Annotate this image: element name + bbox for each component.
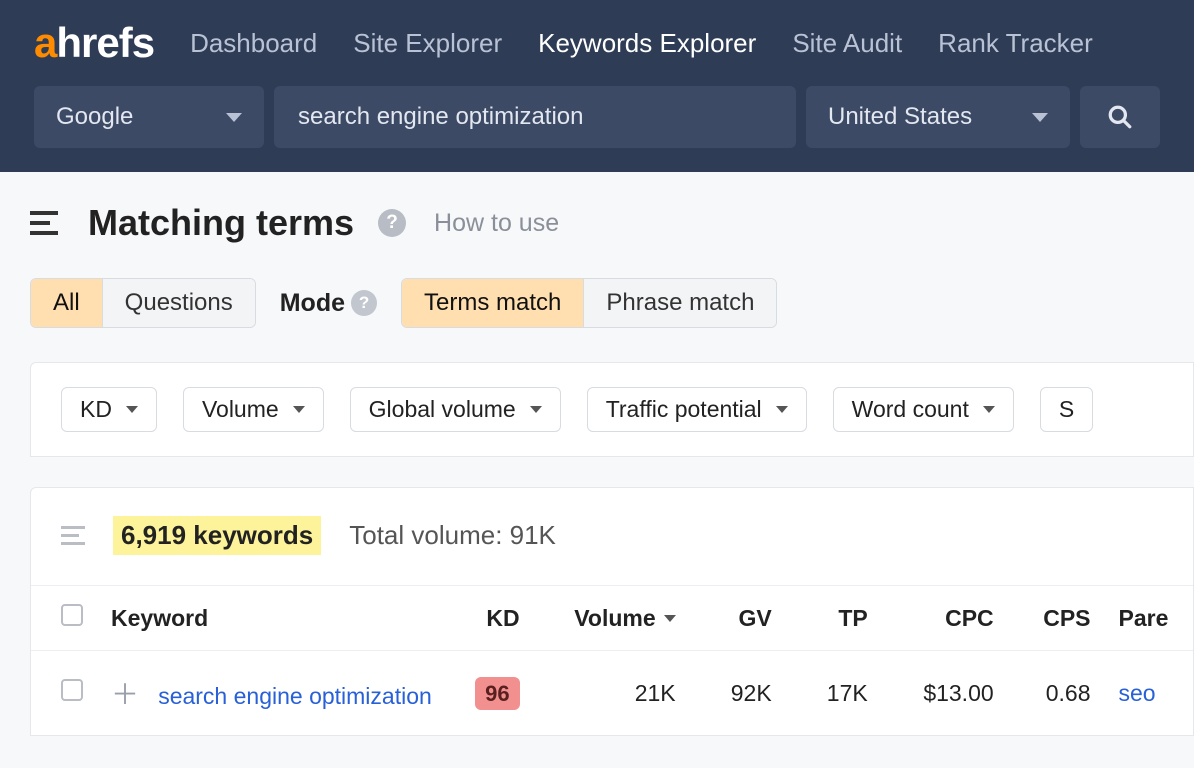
summary-row: 6,919 keywords Total volume: 91K: [31, 488, 1193, 585]
col-cps[interactable]: CPS: [1008, 586, 1105, 651]
how-to-use-link[interactable]: How to use: [434, 209, 559, 238]
cell-tp: 17K: [786, 651, 882, 736]
filter-word-count[interactable]: Word count: [833, 387, 1014, 432]
nav-rank-tracker[interactable]: Rank Tracker: [938, 28, 1093, 59]
kd-badge: 96: [475, 677, 519, 710]
cell-cps: 0.68: [1008, 651, 1105, 736]
nav-keywords-explorer[interactable]: Keywords Explorer: [538, 28, 756, 59]
country-value: United States: [828, 103, 972, 131]
nav-dashboard[interactable]: Dashboard: [190, 28, 317, 59]
sort-desc-icon: [664, 615, 676, 622]
keywords-table: Keyword KD Volume GV TP CPC CPS Pare: [31, 585, 1193, 735]
keyword-input[interactable]: [298, 103, 772, 131]
tab-questions[interactable]: Questions: [102, 279, 255, 327]
search-icon: [1107, 104, 1133, 130]
chevron-down-icon: [983, 406, 995, 413]
chevron-down-icon: [226, 113, 242, 122]
logo-prefix: a: [34, 19, 56, 66]
col-parent[interactable]: Pare: [1105, 586, 1193, 651]
col-tp[interactable]: TP: [786, 586, 882, 651]
mode-label-text: Mode: [280, 289, 345, 318]
filter-traffic-potential[interactable]: Traffic potential: [587, 387, 807, 432]
help-icon[interactable]: ?: [378, 209, 406, 237]
keyword-count: 6,919 keywords: [113, 516, 321, 555]
col-volume[interactable]: Volume: [534, 586, 690, 651]
search-engine-select[interactable]: Google: [34, 86, 264, 148]
logo-rest: hrefs: [56, 19, 154, 66]
select-all-checkbox[interactable]: [61, 604, 83, 626]
filter-kd[interactable]: KD: [61, 387, 157, 432]
col-cpc[interactable]: CPC: [882, 586, 1008, 651]
nav-site-audit[interactable]: Site Audit: [792, 28, 902, 59]
logo[interactable]: ahrefs: [34, 22, 154, 64]
filter-global-volume[interactable]: Global volume: [350, 387, 561, 432]
filters-panel: KD Volume Global volume Traffic potentia…: [30, 362, 1194, 457]
col-kd[interactable]: KD: [446, 586, 534, 651]
chevron-down-icon: [1032, 113, 1048, 122]
top-bar: ahrefs Dashboard Site Explorer Keywords …: [0, 0, 1194, 172]
help-icon[interactable]: ?: [351, 290, 377, 316]
filter-volume[interactable]: Volume: [183, 387, 324, 432]
chevron-down-icon: [293, 406, 305, 413]
chevron-down-icon: [776, 406, 788, 413]
tab-terms-match[interactable]: Terms match: [402, 279, 583, 327]
chevron-down-icon: [530, 406, 542, 413]
row-checkbox[interactable]: [61, 679, 83, 701]
mode-tabs: Terms match Phrase match: [401, 278, 777, 328]
view-tabs: All Questions: [30, 278, 256, 328]
cell-cpc: $13.00: [882, 651, 1008, 736]
table-row: ＋ search engine optimization 96 21K 92K …: [31, 651, 1193, 736]
table-header-row: Keyword KD Volume GV TP CPC CPS Pare: [31, 586, 1193, 651]
country-select[interactable]: United States: [806, 86, 1070, 148]
results-panel: 6,919 keywords Total volume: 91K Keyword…: [30, 487, 1194, 736]
page-title: Matching terms: [88, 202, 354, 244]
content: Matching terms ? How to use All Question…: [0, 172, 1194, 736]
tab-phrase-match[interactable]: Phrase match: [583, 279, 776, 327]
menu-icon[interactable]: [30, 211, 60, 235]
nav-site-explorer[interactable]: Site Explorer: [353, 28, 502, 59]
search-row: Google United States: [0, 86, 1194, 148]
tabs-row: All Questions Mode ? Terms match Phrase …: [30, 278, 1194, 328]
cell-volume: 21K: [534, 651, 690, 736]
parent-link[interactable]: seo: [1119, 680, 1156, 706]
tab-all[interactable]: All: [31, 279, 102, 327]
mode-label: Mode ?: [280, 289, 377, 318]
list-icon[interactable]: [61, 526, 85, 545]
cell-gv: 92K: [690, 651, 786, 736]
chevron-down-icon: [126, 406, 138, 413]
keyword-link[interactable]: search engine optimization: [158, 683, 432, 709]
col-keyword[interactable]: Keyword: [97, 586, 446, 651]
keyword-input-wrap[interactable]: [274, 86, 796, 148]
title-bar: Matching terms ? How to use: [30, 202, 1194, 244]
search-button[interactable]: [1080, 86, 1160, 148]
expand-icon[interactable]: ＋: [111, 679, 139, 710]
total-volume: Total volume: 91K: [349, 520, 556, 551]
filter-more[interactable]: S: [1040, 387, 1093, 432]
col-gv[interactable]: GV: [690, 586, 786, 651]
filters-row: KD Volume Global volume Traffic potentia…: [61, 387, 1193, 456]
nav-row: ahrefs Dashboard Site Explorer Keywords …: [0, 0, 1194, 86]
search-engine-value: Google: [56, 103, 133, 131]
